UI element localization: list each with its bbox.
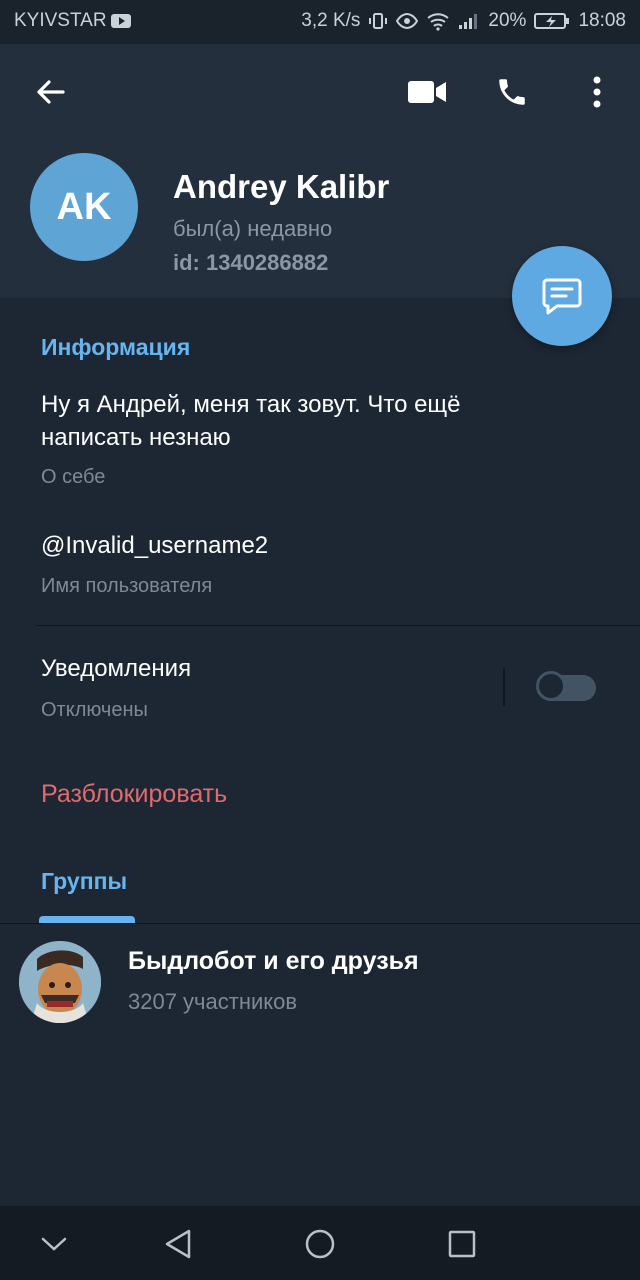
profile-name: Andrey Kalibr xyxy=(173,168,390,205)
send-message-button[interactable] xyxy=(512,246,612,346)
nav-recents-button[interactable] xyxy=(442,1224,482,1264)
eye-icon xyxy=(396,12,419,30)
toggle-knob[interactable] xyxy=(536,671,566,701)
message-icon xyxy=(542,278,582,315)
youtube-notification-icon xyxy=(110,14,131,28)
back-arrow-icon xyxy=(37,80,65,104)
notifications-title[interactable]: Уведомления xyxy=(41,652,191,685)
last-seen-status: был(а) недавно xyxy=(173,216,333,241)
home-circle-icon xyxy=(305,1229,335,1259)
tab-groups[interactable]: Группы xyxy=(41,868,127,895)
username-label: Имя пользователя xyxy=(41,575,213,597)
tab-divider xyxy=(0,923,640,924)
bio-line-1: Ну я Андрей, меня так зовут. Что ещё xyxy=(41,391,461,418)
divider-vertical xyxy=(503,668,505,706)
notifications-status: Отключены xyxy=(41,699,148,721)
back-triangle-icon xyxy=(165,1229,191,1259)
unblock-button[interactable]: Разблокировать xyxy=(41,780,227,809)
avatar[interactable]: AK xyxy=(30,153,138,261)
username[interactable]: @Invalid_username2 xyxy=(41,529,268,562)
more-options-button[interactable] xyxy=(582,72,612,112)
nav-hide-button[interactable] xyxy=(36,1226,72,1262)
bio-text[interactable]: Ну я Андрей, меня так зовут. Что ещё нап… xyxy=(41,388,461,454)
nav-back-button[interactable] xyxy=(158,1224,198,1264)
status-left: KYIVSTAR xyxy=(14,10,131,32)
status-right: 3,2 K/s 20% 18:08 xyxy=(301,10,626,32)
bio-label: О себе xyxy=(41,466,106,488)
group-name: Быдлобот и его друзья xyxy=(128,947,419,975)
video-call-button[interactable] xyxy=(404,74,450,110)
wifi-icon xyxy=(427,13,450,31)
recents-square-icon xyxy=(448,1230,476,1258)
group-avatar xyxy=(19,941,101,1023)
vibrate-icon xyxy=(369,13,388,29)
clock: 18:08 xyxy=(578,10,626,31)
phone-icon xyxy=(499,79,525,105)
signal-icon xyxy=(459,14,478,29)
status-bar: KYIVSTAR 3,2 K/s 20% 18:08 xyxy=(0,0,640,44)
nav-home-button[interactable] xyxy=(300,1224,340,1264)
more-vertical-icon xyxy=(593,76,601,108)
divider xyxy=(36,625,640,626)
bio-line-2: написать незнаю xyxy=(41,424,231,451)
battery-percent: 20% xyxy=(488,10,527,31)
chevron-down-icon xyxy=(41,1237,67,1251)
back-button[interactable] xyxy=(28,74,72,110)
network-speed: 3,2 K/s xyxy=(301,10,361,31)
video-call-icon xyxy=(408,81,446,103)
voice-call-button[interactable] xyxy=(490,72,534,112)
group-members-count: 3207 участников xyxy=(128,989,298,1014)
navigation-bar xyxy=(0,1206,640,1280)
battery-charging-icon xyxy=(534,13,570,29)
carrier-name: KYIVSTAR xyxy=(14,10,107,31)
user-id: id: 1340286882 xyxy=(173,250,329,275)
info-section-title: Информация xyxy=(41,334,191,360)
